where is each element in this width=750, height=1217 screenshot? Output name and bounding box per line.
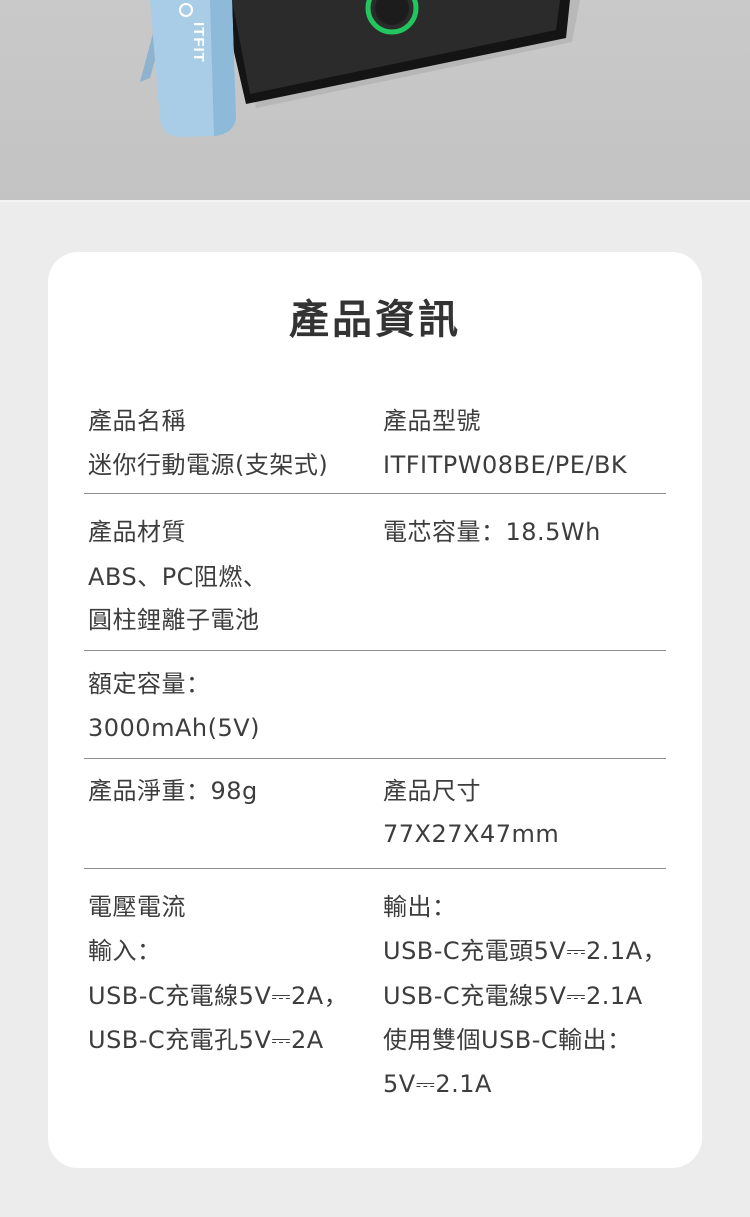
- rated-capacity-label: 額定容量：: [88, 670, 211, 698]
- material-value-line1: ABS、PC阻燃、: [88, 563, 268, 591]
- size-label: 產品尺寸: [383, 777, 481, 805]
- product-name-value: 迷你行動電源(支架式): [88, 451, 329, 479]
- row-divider: [84, 493, 666, 494]
- output-value-line3: 使用雙個USB-C輸出：: [383, 1026, 632, 1054]
- product-photo: ITFIT: [0, 0, 750, 200]
- hero-divider: [0, 200, 750, 202]
- product-name-label: 產品名稱: [88, 407, 186, 435]
- output-value-line4: 5V⎓2.1A: [383, 1070, 492, 1098]
- output-label: 輸出：: [383, 893, 457, 921]
- material-value-line2: 圓柱鋰離子電池: [88, 606, 260, 634]
- size-value: 77X27X47mm: [383, 820, 560, 848]
- rated-capacity-value: 3000mAh(5V): [88, 714, 260, 742]
- material-label: 產品材質: [88, 518, 186, 546]
- model-label: 產品型號: [383, 407, 481, 435]
- product-illustration: ITFIT: [140, 0, 580, 137]
- input-label: 輸入：: [88, 937, 162, 965]
- output-value-line2: USB-C充電線5V⎓2.1A: [383, 982, 643, 1010]
- cell-capacity: 電芯容量：18.5Wh: [383, 518, 601, 546]
- row-divider: [84, 650, 666, 651]
- voltage-current-label: 電壓電流: [88, 893, 186, 921]
- brand-logo: ITFIT: [190, 22, 207, 63]
- output-value-line1: USB-C充電頭5V⎓2.1A，: [383, 937, 668, 965]
- model-value: ITFITPW08BE/PE/BK: [383, 451, 628, 479]
- section-title: 產品資訊: [289, 297, 461, 343]
- net-weight: 產品淨重：98g: [88, 777, 258, 805]
- row-divider: [84, 758, 666, 759]
- row-divider: [84, 868, 666, 869]
- input-value-line2: USB-C充電孔5V⎓2A: [88, 1026, 324, 1054]
- input-value-line1: USB-C充電線5V⎓2A，: [88, 982, 349, 1010]
